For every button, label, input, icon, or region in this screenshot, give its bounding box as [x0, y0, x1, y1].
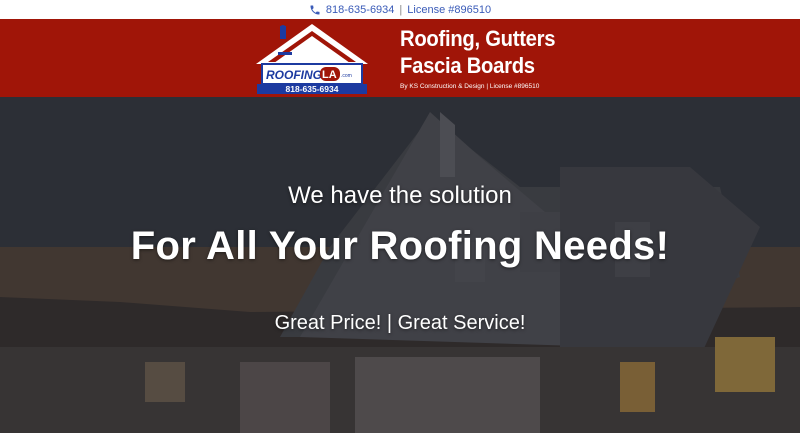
logo-brand-la: LA: [322, 69, 337, 81]
hero-subtitle: We have the solution: [288, 182, 512, 209]
logo-phone: 818-635-6934: [286, 84, 339, 94]
hero-title: For All Your Roofing Needs!: [130, 224, 670, 268]
tagline-line-2: Fascia Boards: [400, 53, 535, 78]
phone-link[interactable]: 818-635-6934: [326, 4, 395, 16]
roofingla-logo[interactable]: ROOFING LA .com 818-635-6934: [252, 22, 372, 94]
logo-brand-suffix: .com: [341, 73, 352, 79]
logo-brand-text: ROOFING: [266, 68, 322, 82]
phone-icon: [310, 5, 320, 14]
top-contact-bar: 818-635-6934 | License #896510: [0, 0, 800, 19]
license-text: License #896510: [407, 3, 492, 16]
hero-banner: We have the solution For All Your Roofin…: [0, 97, 800, 433]
tagline-line-1: Roofing, Gutters: [400, 26, 556, 51]
site-header: ROOFING LA .com 818-635-6934 Roofing, Gu…: [0, 19, 800, 97]
header-tagline: Roofing, Gutters Fascia Boards By KS Con…: [400, 25, 569, 90]
tagline-company: By KS Construction & Design | License #8…: [400, 83, 540, 90]
hero-tagline: Great Price! | Great Service!: [274, 312, 526, 334]
separator: |: [399, 3, 403, 16]
